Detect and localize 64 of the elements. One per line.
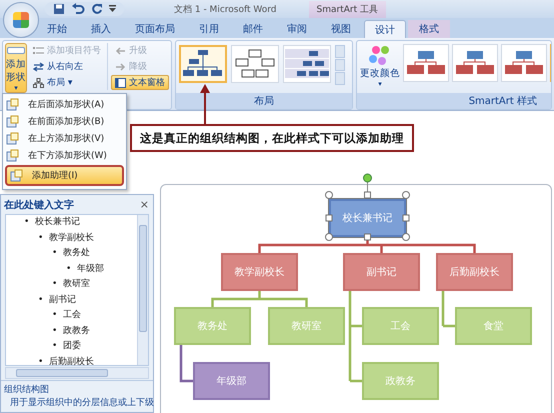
outline-item[interactable]: • 副书记 — [6, 292, 137, 308]
ribbon-tab[interactable]: 格式 — [408, 20, 450, 38]
layout-thumbnail[interactable] — [231, 45, 279, 83]
outline-item[interactable]: • 团委 — [6, 339, 137, 354]
ribbon-command[interactable]: 从右向左 — [29, 59, 105, 74]
ribbon-tab[interactable]: 引用 — [188, 20, 230, 38]
connector-line — [442, 290, 456, 328]
menu-item[interactable]: 在后面添加形状(A) — [3, 96, 126, 113]
menu-item[interactable]: 添加助理(I) — [5, 165, 124, 186]
ribbon-tab[interactable]: 页面布局 — [124, 20, 186, 38]
text-pane-title: 在此处键入文字 — [4, 198, 74, 212]
ribbon-command[interactable]: 文本窗格 — [111, 75, 169, 90]
callout-text: 这是真正的组织结构图，在此样式下可以添加助理 — [130, 124, 414, 152]
ribbon-command[interactable]: 布局 ▾ — [29, 75, 105, 90]
right-arrow-icon — [115, 62, 126, 72]
ribbon-tab[interactable]: 开始 — [36, 20, 78, 38]
layout-thumbnail[interactable] — [179, 45, 227, 83]
pointer-arrow — [200, 84, 210, 124]
horizontal-scrollbar[interactable] — [5, 367, 149, 379]
ribbon-tab[interactable]: 邮件 — [232, 20, 274, 38]
outline-item[interactable]: • 校长兼书记 — [6, 215, 137, 230]
add-shape-icon — [6, 148, 20, 162]
add-shape-icon — [6, 98, 20, 112]
outline-item[interactable]: • 教务处 — [6, 246, 137, 262]
menu-item[interactable]: 在下方添加形状(W) — [3, 147, 126, 164]
customize-icon[interactable] — [109, 5, 116, 13]
swap-arrows-icon — [33, 62, 44, 72]
window-title: 文档 1 - Microsoft Word — [174, 4, 277, 16]
ribbon-tab[interactable]: 插入 — [80, 20, 122, 38]
layout-thumbnail[interactable] — [283, 45, 331, 83]
context-title: SmartArt 工具 — [308, 0, 386, 18]
ribbon-tab[interactable]: 视图 — [320, 20, 362, 38]
office-button[interactable] — [3, 2, 39, 38]
outline-item[interactable]: • 政教务 — [6, 324, 137, 339]
add-shape-icon — [6, 114, 20, 128]
add-shape-icon — [6, 132, 20, 146]
ribbon-tab[interactable]: 设计 — [364, 20, 406, 38]
group-label: 布局 — [176, 93, 352, 109]
outline-item[interactable]: • 教研室 — [6, 277, 137, 292]
color-dots-icon — [368, 45, 392, 67]
connector-line — [180, 345, 193, 382]
close-button[interactable]: × — [138, 197, 150, 212]
menu-item[interactable]: 在上方添加形状(V) — [3, 130, 126, 147]
text-pane-icon — [115, 78, 126, 88]
style-thumbnail[interactable] — [501, 44, 547, 82]
group-label: SmartArt 样式 — [357, 93, 551, 109]
bullet-list-icon — [33, 46, 44, 56]
vertical-scrollbar[interactable] — [137, 215, 148, 365]
ribbon-tab[interactable]: 审阅 — [276, 20, 318, 38]
outline-item[interactable]: • 年级部 — [6, 262, 137, 277]
outline-item[interactable]: • 工会 — [6, 308, 137, 324]
save-icon[interactable] — [53, 3, 65, 15]
hierarchy-icon — [33, 78, 44, 88]
description-title: 组织结构图 — [4, 384, 50, 396]
undo-icon[interactable] — [71, 3, 85, 15]
style-thumbnail[interactable] — [403, 44, 449, 82]
outline-item[interactable]: • 教学副校长 — [6, 230, 137, 246]
style-thumbnail[interactable] — [452, 44, 498, 82]
redo-icon[interactable] — [91, 3, 103, 15]
selection-handles[interactable] — [325, 173, 410, 241]
left-arrow-icon — [115, 46, 126, 56]
add-shape-icon — [10, 168, 24, 182]
menu-item[interactable]: 在前面添加形状(B) — [3, 113, 126, 130]
outline-item[interactable]: • 后勤副校长 — [6, 354, 137, 365]
